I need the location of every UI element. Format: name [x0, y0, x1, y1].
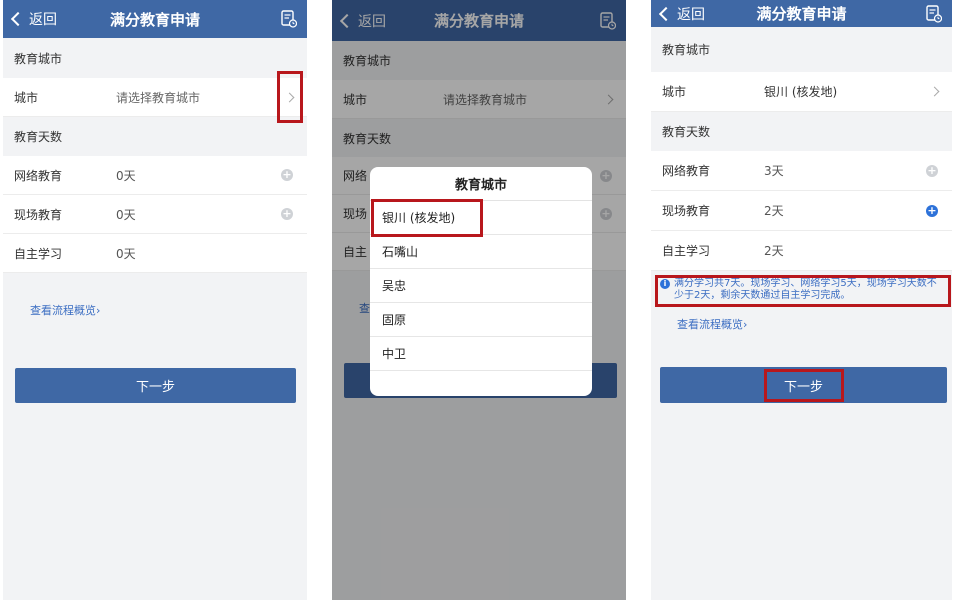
page-title: 满分教育申请: [756, 5, 847, 23]
city-option-guyuan[interactable]: 固原: [370, 303, 592, 337]
city-label: 城市: [14, 90, 39, 105]
row-value: 0天: [116, 168, 136, 183]
plus-circle-icon[interactable]: +: [926, 164, 938, 177]
row-value: 2天: [764, 204, 784, 218]
next-button[interactable]: 下一步: [15, 368, 296, 403]
row-label: 网络教育: [14, 168, 63, 183]
self-study-row: 自主学习 0天: [3, 234, 307, 273]
screen-filled-form: 返回 满分教育申请 教育城市 城市 银川 (核发地) 教育天数 网络教育 3天 …: [651, 0, 952, 600]
section-education-city: 教育城市: [662, 43, 711, 57]
row-value: 0天: [116, 207, 136, 222]
online-education-row: 网络教育 0天 +: [3, 156, 307, 195]
city-row[interactable]: 城市 请选择教育城市: [3, 78, 307, 117]
page-title: 满分教育申请: [109, 10, 200, 29]
chevron-right-icon[interactable]: [929, 86, 940, 97]
dialog-title: 教育城市: [370, 167, 592, 201]
flow-link-text: 查看流程概览: [677, 318, 743, 331]
screen-city-dialog: 返回 满分教育申请 教育城市 城市 请选择教育城市 教育天数 网络 + 现场 +…: [332, 0, 626, 600]
navbar: 返回 满分教育申请: [3, 0, 307, 38]
plus-circle-icon[interactable]: +: [281, 169, 293, 181]
city-option-shizuishan[interactable]: 石嘴山: [370, 235, 592, 269]
row-label: 现场教育: [14, 207, 63, 222]
flow-link-text: 查看流程概览: [30, 304, 96, 317]
self-study-row: 自主学习 2天: [651, 231, 952, 271]
row-label: 现场教育: [662, 204, 711, 218]
onsite-education-row: 现场教育 2天 +: [651, 191, 952, 231]
highlight-box: [655, 275, 951, 307]
section-education-days: 教育天数: [14, 130, 63, 144]
row-value: 3天: [764, 164, 784, 178]
row-value: 0天: [116, 246, 136, 261]
plus-circle-icon[interactable]: +: [926, 204, 938, 217]
highlight-box: [371, 199, 483, 237]
view-flow-link[interactable]: 查看流程概览›: [677, 316, 747, 332]
plus-circle-icon[interactable]: +: [281, 208, 293, 220]
row-label: 自主学习: [662, 244, 711, 258]
row-label: 自主学习: [14, 246, 63, 261]
highlight-box: [764, 369, 844, 402]
city-option-zhongwei[interactable]: 中卫: [370, 337, 592, 371]
screen-select-city: 返回 满分教育申请 教育城市 城市 请选择教育城市 教育天数 网络教育 0天 +…: [3, 0, 307, 600]
city-option-wuzhong[interactable]: 吴忠: [370, 269, 592, 303]
city-row[interactable]: 城市 银川 (核发地): [651, 72, 952, 112]
onsite-education-row: 现场教育 0天 +: [3, 195, 307, 234]
row-label: 网络教育: [662, 164, 711, 178]
navbar: 返回 满分教育申请: [651, 0, 952, 27]
online-education-row: 网络教育 3天 +: [651, 151, 952, 191]
document-clock-icon[interactable]: [926, 4, 942, 23]
section-education-days: 教育天数: [662, 125, 711, 139]
row-value: 2天: [764, 244, 784, 258]
document-clock-icon[interactable]: [281, 10, 297, 28]
section-education-city: 教育城市: [14, 51, 63, 66]
view-flow-link[interactable]: 查看流程概览›: [30, 302, 100, 318]
city-label: 城市: [662, 85, 687, 99]
city-value: 银川 (核发地): [764, 85, 838, 99]
highlight-box: [277, 71, 303, 123]
city-placeholder: 请选择教育城市: [116, 90, 201, 105]
